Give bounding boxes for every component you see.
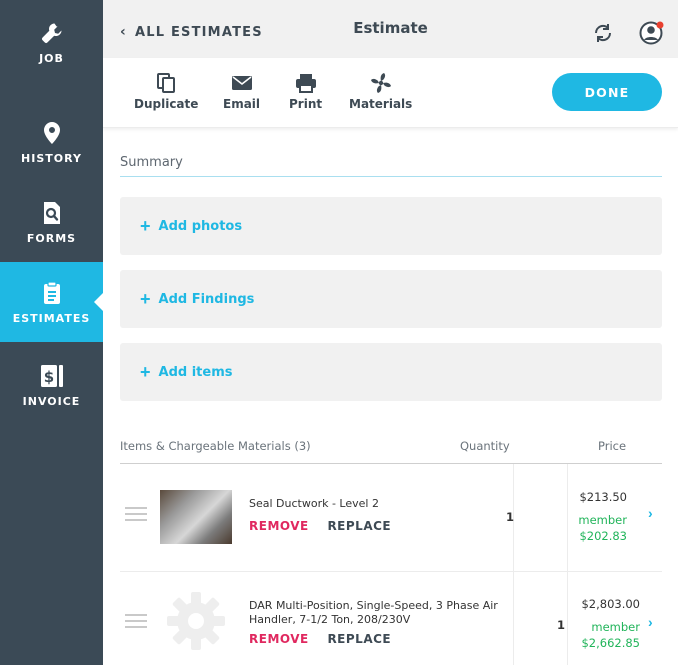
remove-button[interactable]: REMOVE [249, 519, 309, 533]
add-findings-label: Add Findings [158, 291, 255, 307]
sidebar-item-forms[interactable]: FORMS [0, 182, 103, 262]
drag-handle-icon[interactable] [125, 507, 147, 525]
action-toolbar: Duplicate Email Print Materials DONE [103, 58, 678, 128]
top-bar: ‹ ALL ESTIMATES Estimate [103, 0, 678, 58]
duplicate-button[interactable]: Duplicate [134, 72, 198, 111]
svg-text:$: $ [43, 368, 53, 386]
quantity-column-header: Quantity [460, 439, 510, 453]
add-findings-button[interactable]: + Add Findings [120, 270, 662, 328]
remove-button[interactable]: REMOVE [249, 632, 309, 646]
plus-icon: + [140, 288, 151, 309]
item-thumbnail [160, 490, 232, 544]
sidebar-item-label: ESTIMATES [12, 311, 91, 325]
envelope-icon [231, 72, 253, 94]
item-price: $213.50 [579, 490, 627, 504]
member-label: member [591, 620, 640, 634]
items-column-header: Items & Chargeable Materials (3) [120, 439, 311, 453]
dollar-invoice-icon: $ [39, 363, 65, 389]
plus-icon: + [140, 215, 151, 236]
profile-icon[interactable] [639, 20, 665, 46]
table-row[interactable]: Seal Ductwork - Level 2 REMOVE REPLACE 1… [120, 465, 662, 572]
add-photos-label: Add photos [158, 218, 243, 234]
wrench-icon [39, 20, 65, 46]
sidebar-item-invoice[interactable]: $ INVOICE [0, 345, 103, 425]
replace-button[interactable]: REPLACE [327, 519, 391, 533]
duplicate-icon [155, 72, 177, 94]
add-photos-button[interactable]: + Add photos [120, 197, 662, 255]
item-price: $2,803.00 [581, 597, 640, 611]
table-row[interactable]: DAR Multi-Position, Single-Speed, 3 Phas… [120, 572, 662, 665]
sidebar: JOB HISTORY FORMS ESTIMATES $ INVOICE [0, 0, 103, 665]
plus-icon: + [140, 361, 151, 382]
clipboard-icon [39, 280, 65, 306]
chevron-right-icon[interactable]: › [648, 614, 653, 630]
item-quantity: 1 [506, 510, 515, 524]
items-table-header: Items & Chargeable Materials (3) Quantit… [120, 436, 662, 464]
price-column-header: Price [598, 439, 627, 453]
sidebar-item-job[interactable]: JOB [0, 2, 103, 82]
materials-button[interactable]: Materials [349, 72, 412, 111]
member-price: $2,662.85 [581, 636, 640, 650]
chevron-right-icon[interactable]: › [648, 505, 653, 521]
print-button[interactable]: Print [289, 72, 322, 111]
member-price: $202.83 [579, 529, 627, 543]
duplicate-label: Duplicate [134, 97, 199, 111]
print-label: Print [289, 97, 323, 111]
gear-icon [165, 590, 227, 652]
item-name: Seal Ductwork - Level 2 [249, 497, 379, 510]
sync-icon[interactable] [592, 22, 614, 44]
sidebar-item-history[interactable]: HISTORY [0, 102, 103, 182]
fan-icon [370, 72, 392, 94]
done-button[interactable]: DONE [552, 73, 662, 111]
email-button[interactable]: Email [223, 72, 260, 111]
sidebar-item-label: FORMS [26, 231, 77, 245]
sidebar-item-label: HISTORY [21, 151, 82, 165]
item-quantity: 1 [557, 618, 566, 632]
sidebar-item-label: JOB [39, 51, 64, 65]
email-label: Email [223, 97, 261, 111]
location-pin-icon [39, 120, 65, 146]
add-items-label: Add items [158, 364, 233, 380]
item-name: DAR Multi-Position, Single-Speed, 3 Phas… [249, 599, 498, 627]
replace-button[interactable]: REPLACE [327, 632, 391, 646]
materials-label: Materials [349, 97, 413, 111]
summary-field[interactable] [120, 151, 662, 177]
sidebar-item-label: INVOICE [22, 394, 81, 408]
item-actions: REMOVE REPLACE [249, 632, 391, 646]
summary-label: Summary [120, 155, 183, 170]
add-items-button[interactable]: + Add items [120, 343, 662, 401]
item-name-line2: Handler, 7-1/2 Ton, 208/230V [249, 613, 411, 626]
drag-handle-icon[interactable] [125, 614, 147, 632]
item-actions: REMOVE REPLACE [249, 519, 391, 533]
printer-icon [295, 72, 317, 94]
member-label: member [578, 513, 627, 527]
search-document-icon [39, 200, 65, 226]
item-name-line1: DAR Multi-Position, Single-Speed, 3 Phas… [249, 599, 498, 612]
sidebar-item-estimates[interactable]: ESTIMATES [0, 262, 103, 342]
